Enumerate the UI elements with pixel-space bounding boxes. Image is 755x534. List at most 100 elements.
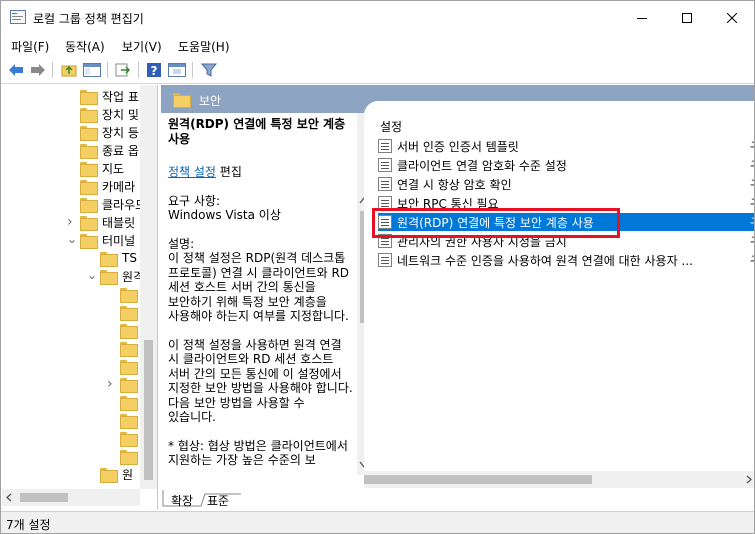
folder-icon [80, 215, 98, 231]
scroll-thumb [364, 475, 592, 484]
tree-vertical-scrollbar[interactable] [140, 85, 157, 489]
tree-node-label: 장치 등 [102, 125, 139, 140]
maximize-button[interactable] [664, 1, 709, 34]
setting-row[interactable]: 네트워크 수준 인증을 사용하여 원격 연결에 대한 사용자 ... 구성 [378, 251, 754, 269]
folder-icon [80, 161, 98, 177]
svg-text:?: ? [151, 64, 158, 78]
tree-node[interactable]: 지도 [80, 159, 124, 177]
folder-icon [100, 251, 118, 267]
expand-chevron-icon[interactable]: › [107, 376, 113, 392]
tab-standard[interactable]: 표준 [207, 492, 229, 509]
policy-setting-icon [378, 177, 392, 191]
policy-setting-icon [378, 139, 392, 153]
tree-node[interactable] [120, 303, 142, 321]
tree-node[interactable]: 원 [100, 465, 133, 483]
tree-horizontal-scrollbar[interactable] [2, 489, 140, 506]
folder-icon [80, 107, 98, 123]
setting-row[interactable]: 서버 인증 인증서 템플릿 구성 [378, 137, 754, 155]
collapse-chevron-icon[interactable]: ⌄ [67, 232, 77, 246]
list-horizontal-scrollbar[interactable] [364, 471, 754, 488]
tab-extended[interactable]: 확장 [171, 492, 193, 509]
folder-icon [120, 359, 138, 375]
tree-node[interactable] [120, 447, 142, 465]
folder-icon [80, 143, 98, 159]
close-icon [726, 12, 737, 23]
app-icon [10, 10, 26, 24]
menu-bar: 파일(F) 동작(A) 보기(V) 도움말(H) [1, 34, 754, 56]
folder-icon [80, 125, 98, 141]
pane-title: 보안 [199, 94, 222, 108]
up-folder-button[interactable] [59, 61, 79, 79]
edit-policy-link[interactable]: 정책 설정 [168, 165, 216, 179]
setting-row[interactable]: 연결 시 항상 암호 확인 구성 [378, 175, 754, 193]
tree-node[interactable]: 카메라 [80, 177, 135, 195]
minimize-button[interactable] [619, 1, 664, 34]
requirements-label: 요구 사항: [168, 193, 221, 208]
tree-node[interactable]: 작업 표 [80, 87, 139, 105]
policy-setting-icon [378, 253, 392, 267]
tree-node-label: 작업 표 [102, 89, 139, 104]
toolbar-separator [107, 62, 108, 78]
folder-icon [173, 93, 191, 108]
menu-file[interactable]: 파일(F) [11, 38, 49, 55]
tree-node[interactable] [120, 429, 142, 447]
tree-node[interactable] [120, 357, 142, 375]
tree-node[interactable] [120, 339, 142, 357]
folder-icon [120, 413, 138, 429]
policy-title: 원격(RDP) 연결에 특정 보안 계층 사용 [168, 117, 346, 146]
tree-node[interactable]: 장치 등 [80, 123, 139, 141]
console-tree: 작업 표 장치 및 장치 등 종료 옵 지도 카메라 클라우드 › 태블릿 ⌄ 터미널 TS ⌄ 원격 › 원 [2, 85, 158, 510]
setting-row[interactable]: 클라이언트 연결 암호화 수준 설정 구성 [378, 156, 754, 174]
scroll-thumb [144, 340, 153, 480]
tree-node[interactable]: 종료 옵 [80, 141, 139, 159]
back-button[interactable] [6, 61, 26, 79]
folder-icon [120, 395, 138, 411]
folder-icon [80, 179, 98, 195]
scroll-right-icon [746, 475, 752, 484]
tree-node-label: 태블릿 [102, 215, 136, 230]
help-button[interactable]: ? [144, 61, 164, 79]
folder-icon [120, 449, 138, 465]
setting-label: 서버 인증 인증서 템플릿 [397, 139, 519, 154]
tree-node-label: 지도 [102, 161, 125, 176]
close-button[interactable] [709, 1, 754, 34]
toolbar-separator [138, 62, 139, 78]
tree-node[interactable] [120, 375, 142, 393]
forward-button[interactable] [28, 61, 48, 79]
collapse-chevron-icon[interactable]: ⌄ [87, 268, 97, 282]
expand-chevron-icon[interactable]: › [67, 214, 73, 230]
column-header-setting[interactable]: 설정 [380, 118, 402, 135]
toolbar-separator [52, 62, 53, 78]
tree-node[interactable]: 태블릿 [80, 213, 135, 231]
maximize-icon [681, 12, 692, 23]
folder-icon [120, 431, 138, 447]
export-list-button[interactable] [113, 61, 133, 79]
folder-icon [120, 305, 138, 321]
title-bar: 로컬 그룹 정책 편집기 [1, 1, 754, 34]
details-pane: 보안 원격(RDP) 연결에 특정 보안 계층 사용 정책 설정 편집 요구 사… [161, 85, 754, 510]
filter-button[interactable] [199, 61, 219, 79]
menu-help[interactable]: 도움말(H) [178, 38, 230, 55]
tree-node-label: 종료 옵 [102, 143, 139, 158]
tree-node[interactable] [120, 285, 142, 303]
group-policy-editor-window: 로컬 그룹 정책 편집기 파일(F) 동작(A) 보기(V) 도움말(H) ? … [0, 0, 755, 534]
menu-view[interactable]: 보기(V) [122, 38, 162, 55]
tree-node[interactable]: 장치 및 [80, 105, 139, 123]
folder-icon [80, 197, 98, 213]
properties-button[interactable] [167, 61, 187, 79]
tree-node[interactable] [120, 411, 142, 429]
tree-node[interactable] [120, 321, 142, 339]
menu-action[interactable]: 동작(A) [65, 38, 105, 55]
tree-node[interactable]: 터미널 [80, 231, 135, 249]
setting-state: 구성 [750, 252, 754, 269]
tree-node-label: 장치 및 [102, 107, 139, 122]
highlight-annotation [372, 208, 620, 238]
show-hide-tree-button[interactable] [82, 61, 102, 79]
up-folder-icon [61, 65, 77, 77]
tree-node[interactable] [120, 393, 142, 411]
tree-node[interactable]: 원격 [100, 267, 144, 285]
settings-list: 설정 서버 인증 인증서 템플릿구성클라이언트 연결 암호화 수준 설정구성연결… [364, 101, 754, 481]
tree-node[interactable]: 클라우드 [80, 195, 146, 213]
toolbar: ? [1, 57, 754, 84]
tree-node[interactable]: TS [100, 249, 137, 267]
